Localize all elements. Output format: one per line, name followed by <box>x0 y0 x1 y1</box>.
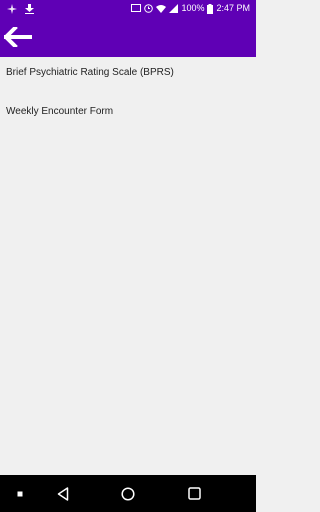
navigation-bar <box>0 475 256 512</box>
download-icon <box>25 3 34 14</box>
location-icon <box>7 3 17 14</box>
arrow-left-icon <box>4 27 32 47</box>
nav-home-button[interactable] <box>108 475 148 512</box>
list-item-label: Weekly Encounter Form <box>6 106 114 117</box>
battery-icon <box>207 3 214 14</box>
nav-dot-button[interactable] <box>0 475 40 512</box>
dot-icon <box>17 491 23 496</box>
recents-square-icon <box>187 487 201 500</box>
signal-icon <box>169 4 179 13</box>
status-left-icons <box>7 3 34 14</box>
clock: 2:47 PM <box>216 3 250 13</box>
back-triangle-icon <box>57 486 69 501</box>
wifi-icon <box>156 5 167 13</box>
status-right-icons: 100% 2:47 PM <box>131 2 250 15</box>
app-bar <box>0 17 256 57</box>
list-item-weekly-encounter-form[interactable]: Weekly Encounter Form <box>6 102 250 122</box>
alarm-icon <box>144 4 154 13</box>
nav-back-button[interactable] <box>43 475 83 512</box>
home-circle-icon <box>121 486 135 501</box>
status-bar: 100% 2:47 PM <box>0 0 256 17</box>
list-item-bprs[interactable]: Brief Psychiatric Rating Scale (BPRS) <box>6 63 250 83</box>
nav-recents-button[interactable] <box>174 475 214 512</box>
cast-icon <box>131 4 142 12</box>
back-button[interactable] <box>0 17 36 57</box>
form-list: Brief Psychiatric Rating Scale (BPRS) We… <box>0 57 256 475</box>
list-item-label: Brief Psychiatric Rating Scale (BPRS) <box>6 67 174 78</box>
battery-percent: 100% <box>181 3 205 13</box>
